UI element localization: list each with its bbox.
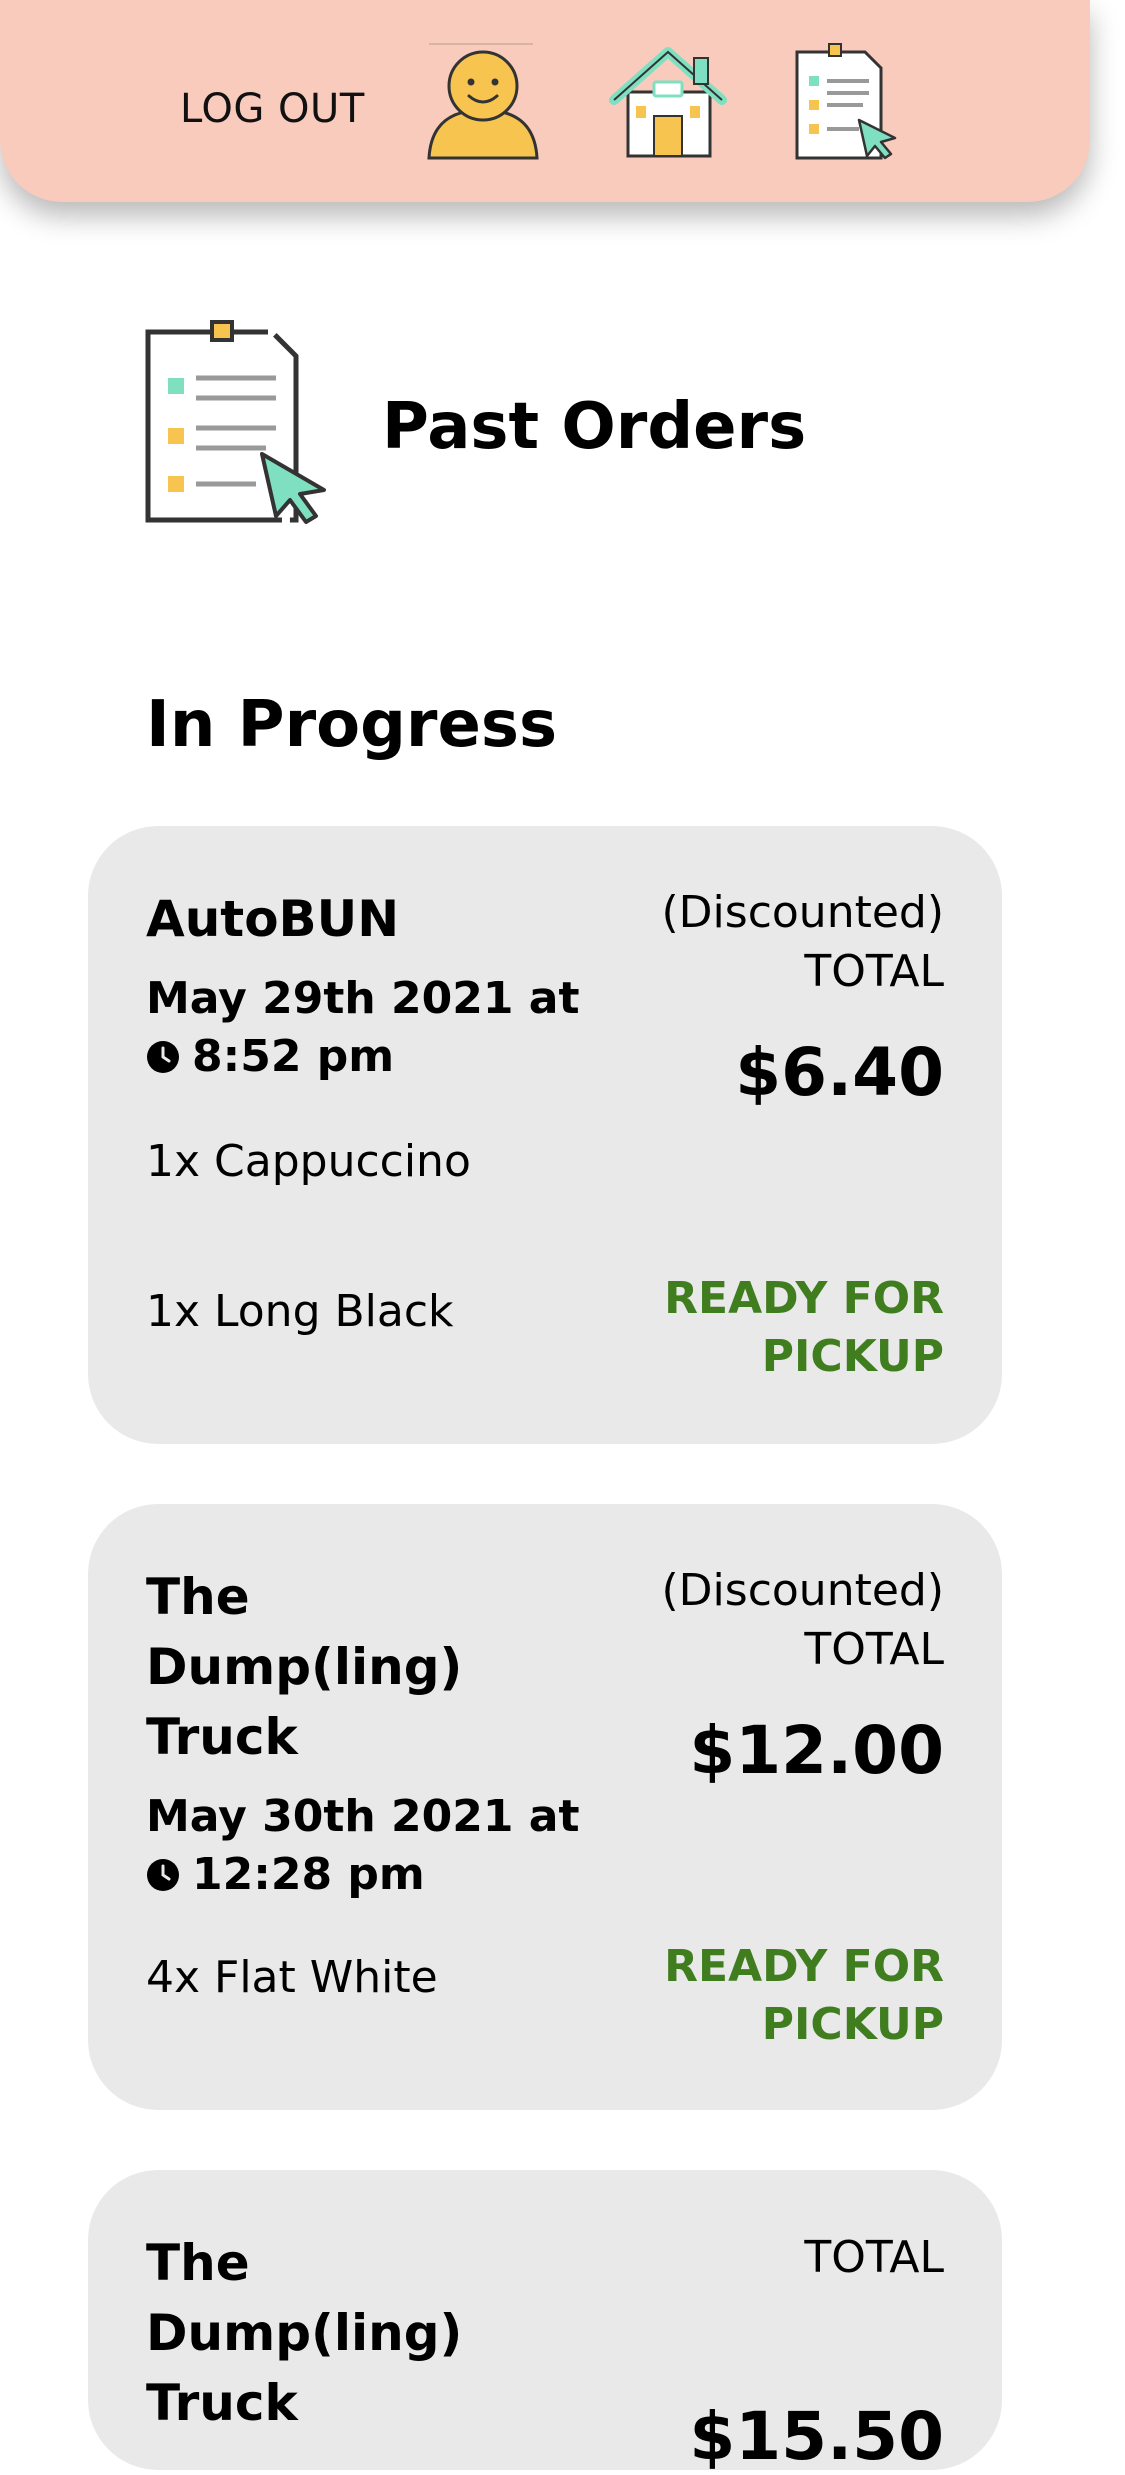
order-time: 8:52 pm <box>192 1031 395 1082</box>
order-date: May 30th 2021 at 12:28 pm <box>146 1788 606 1904</box>
total-label: TOTAL <box>804 946 944 997</box>
order-date-text: May 30th 2021 at <box>146 1791 580 1842</box>
clock-icon <box>147 1041 179 1073</box>
total-label: TOTAL <box>804 2232 944 2283</box>
page-title: Past Orders <box>382 390 807 464</box>
logout-button[interactable]: LOG OUT <box>180 86 365 132</box>
profile-icon[interactable] <box>425 40 541 162</box>
clock-icon <box>147 1859 179 1891</box>
order-date: May 29th 2021 at 8:52 pm <box>146 970 606 1086</box>
section-title-in-progress: In Progress <box>146 688 558 762</box>
total-label: TOTAL <box>804 1624 944 1675</box>
orders-icon[interactable] <box>793 42 899 162</box>
order-total: $12.00 <box>689 1712 944 1789</box>
order-total: $6.40 <box>735 1034 944 1111</box>
order-item: 1x Cappuccino <box>146 1136 471 1187</box>
vendor-name: The Dump(ling) Truck <box>146 2234 463 2432</box>
order-date-text: May 29th 2021 at <box>146 973 580 1024</box>
top-nav-bar: LOG OUT <box>0 0 1090 202</box>
order-item: 1x Long Black <box>146 1286 454 1337</box>
vendor-name: The Dump(ling) Truck <box>146 1568 463 1766</box>
status-ready-for-pickup: READY FOR PICKUP <box>664 1273 944 1382</box>
discounted-label: (Discounted) <box>661 887 945 938</box>
discounted-label: (Discounted) <box>661 1565 945 1616</box>
order-card[interactable]: The Dump(ling) Truck TOTAL $15.50 <box>88 2170 1002 2475</box>
order-card[interactable]: AutoBUN May 29th 2021 at 8:52 pm 1x Capp… <box>88 826 1002 1444</box>
order-card[interactable]: The Dump(ling) Truck May 30th 2021 at 12… <box>88 1504 1002 2110</box>
status-ready-for-pickup: READY FOR PICKUP <box>664 1941 944 2050</box>
order-item: 4x Flat White <box>146 1952 438 2003</box>
home-icon[interactable] <box>608 44 728 160</box>
order-total: $15.50 <box>689 2398 944 2475</box>
vendor-name: AutoBUN <box>146 890 400 948</box>
order-time: 12:28 pm <box>192 1849 425 1900</box>
past-orders-icon <box>145 320 326 524</box>
